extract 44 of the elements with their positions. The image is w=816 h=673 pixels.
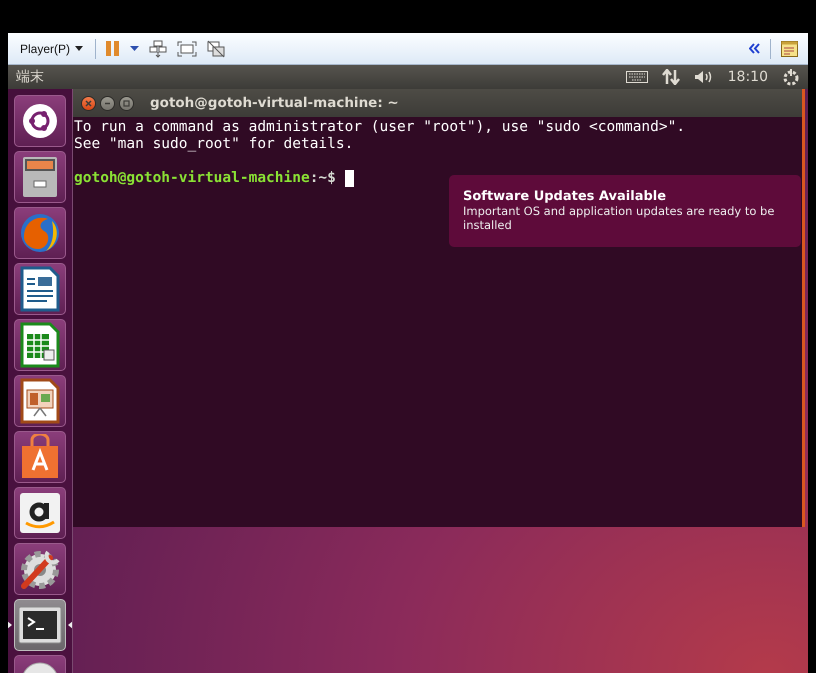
notification-title: Software Updates Available xyxy=(463,189,668,204)
spreadsheet-icon xyxy=(20,322,60,368)
notes-icon[interactable] xyxy=(781,40,798,56)
launcher-item[interactable] xyxy=(14,543,66,595)
terminal-line: See "man sudo_root" for details. xyxy=(74,136,354,153)
fullscreen-icon[interactable] xyxy=(177,40,198,56)
caret-icon xyxy=(75,46,84,51)
maximize-button[interactable] xyxy=(119,96,134,110)
power-gear-icon[interactable] xyxy=(782,68,800,86)
launcher-item[interactable] xyxy=(14,487,66,539)
shell-prompt: gotoh@gotoh-virtual-machine:~$ xyxy=(74,170,354,187)
launcher-item[interactable] xyxy=(14,375,66,427)
launcher-item[interactable] xyxy=(14,263,66,315)
text-document-icon xyxy=(20,266,60,312)
focus-indicator-icon xyxy=(68,621,72,629)
launcher-item[interactable] xyxy=(14,207,66,259)
launcher-item[interactable] xyxy=(14,95,66,147)
launcher-item[interactable] xyxy=(14,431,66,483)
clock[interactable]: 18:10 xyxy=(728,69,768,85)
file-cabinet-icon xyxy=(20,155,60,199)
launcher-item[interactable] xyxy=(14,151,66,203)
unity-mode-icon[interactable] xyxy=(207,40,226,58)
terminal-title: gotoh@gotoh-virtual-machine: ~ xyxy=(150,95,399,111)
caret-icon[interactable] xyxy=(130,46,140,51)
close-icon xyxy=(85,100,92,106)
presentation-icon xyxy=(20,378,60,424)
terminal-icon xyxy=(18,606,62,644)
player-menu[interactable]: Player(P) xyxy=(18,40,86,58)
network-arrows-icon[interactable] xyxy=(662,69,680,85)
minimize-button[interactable] xyxy=(100,96,115,110)
window-title: 端末 xyxy=(16,68,44,86)
ubuntu-logo-icon xyxy=(21,102,59,140)
amazon-logo-icon xyxy=(19,492,61,534)
close-button[interactable] xyxy=(81,96,96,110)
firefox-icon xyxy=(18,211,62,255)
terminal-line: To run a command as administrator (user "root"), use "sudo <command>". xyxy=(74,119,686,136)
keyboard-send-icon[interactable] xyxy=(149,40,168,58)
maximize-icon xyxy=(123,100,130,106)
running-indicator-icon xyxy=(8,621,12,629)
volume-icon[interactable] xyxy=(694,70,714,84)
double-chevron-icon[interactable] xyxy=(749,43,760,54)
notification-body: Important OS and application updates are ready to be installed xyxy=(463,204,776,232)
keyboard-icon[interactable] xyxy=(626,71,648,83)
launcher-item[interactable] xyxy=(14,319,66,371)
